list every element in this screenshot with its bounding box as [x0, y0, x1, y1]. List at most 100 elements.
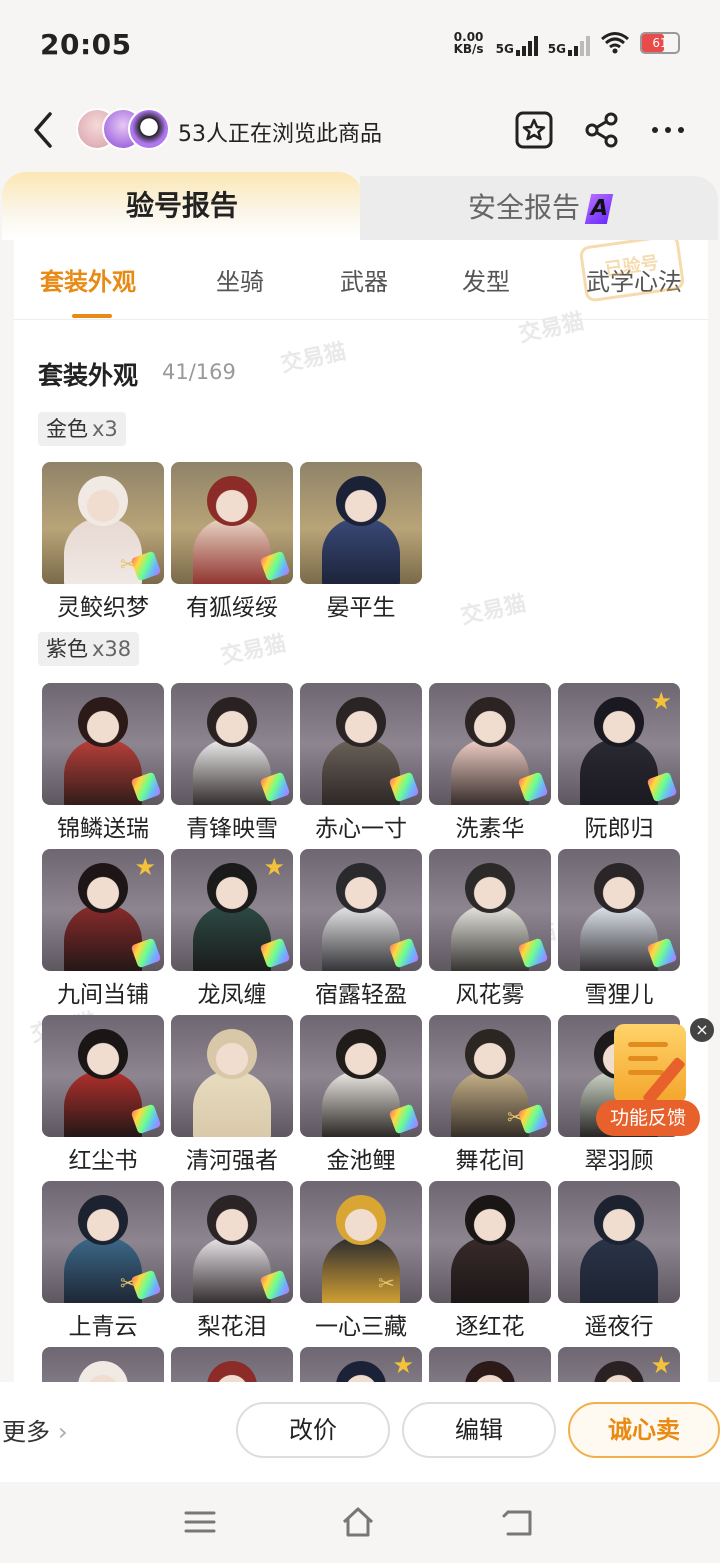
outfit-card[interactable]: ★ 阮郎归 [558, 683, 680, 843]
character-head [336, 1029, 386, 1079]
outfit-thumbnail [171, 1347, 293, 1382]
outfit-thumbnail [171, 462, 293, 584]
outfit-card[interactable]: ★ [300, 1347, 422, 1382]
outfit-card[interactable]: 锦鳞送瑞 [42, 683, 164, 843]
character-head [465, 1195, 515, 1245]
character-head [78, 1029, 128, 1079]
outfit-thumbnail: ✂ [429, 1015, 551, 1137]
outfit-card[interactable]: 金池鲤 [300, 1015, 422, 1175]
character-head [207, 863, 257, 913]
outfit-thumbnail [42, 683, 164, 805]
scissors-icon: ✂ [378, 1271, 395, 1295]
outfit-card[interactable]: 雪狸儿 [558, 849, 680, 1009]
outfit-card[interactable]: 晏平生 [300, 462, 422, 622]
outfit-card[interactable]: ✂ 上青云 [42, 1181, 164, 1341]
outfit-thumbnail [558, 849, 680, 971]
character-head [594, 697, 644, 747]
outfit-card[interactable]: 有狐绥绥 [171, 462, 293, 622]
outfit-thumbnail [171, 1015, 293, 1137]
avatar [128, 108, 170, 150]
wifi-icon [601, 32, 629, 54]
feedback-widget[interactable]: 功能反馈 [596, 1024, 700, 1140]
outfit-card[interactable] [42, 1347, 164, 1382]
character-head [465, 1029, 515, 1079]
outfit-card[interactable]: 清河强者 [171, 1015, 293, 1175]
security-badge-icon: A [584, 194, 614, 224]
outfit-card[interactable]: ★ [558, 1347, 680, 1382]
close-icon[interactable]: × [690, 1018, 714, 1042]
character-outfit [193, 1237, 271, 1303]
section-title: 套装外观 [38, 361, 139, 390]
back-nav-icon[interactable] [500, 1504, 536, 1540]
tab-outfit[interactable]: 套装外观 [40, 262, 136, 297]
character-head [336, 863, 386, 913]
character-head [207, 1361, 257, 1382]
outfit-thumbnail [429, 1181, 551, 1303]
outfit-thumbnail [429, 1347, 551, 1382]
character-outfit [322, 905, 400, 971]
outfit-name: 舞花间 [455, 1148, 525, 1174]
outfit-name: 九间当铺 [57, 982, 149, 1008]
outfit-card[interactable]: 赤心一寸 [300, 683, 422, 843]
tab-weapon[interactable]: 武器 [340, 262, 388, 297]
feedback-label: 功能反馈 [596, 1100, 700, 1136]
reprice-button[interactable]: 改价 [236, 1402, 390, 1458]
outfit-card[interactable]: 逐红花 [429, 1181, 551, 1341]
outfit-thumbnail: ★ [558, 1347, 680, 1382]
outfit-card[interactable]: 风花雾 [429, 849, 551, 1009]
outfit-card[interactable]: 遥夜行 [558, 1181, 680, 1341]
outfit-card[interactable]: 红尘书 [42, 1015, 164, 1175]
character-outfit [580, 905, 658, 971]
outfit-card[interactable]: 洗素华 [429, 683, 551, 843]
character-head [207, 1195, 257, 1245]
outfit-card[interactable]: 宿露轻盈 [300, 849, 422, 1009]
tab-security-report[interactable]: 安全报告 A [360, 176, 718, 240]
menu-icon[interactable] [182, 1504, 218, 1540]
star-icon: ★ [650, 1351, 672, 1379]
outfit-name: 风花雾 [455, 982, 525, 1008]
character-head [336, 697, 386, 747]
character-outfit [193, 905, 271, 971]
outfit-card[interactable] [429, 1347, 551, 1382]
more-dots-icon[interactable] [648, 110, 688, 150]
tab-hairstyle[interactable]: 发型 [462, 262, 510, 297]
tab-yanhao-report[interactable]: 验号报告 [2, 172, 362, 240]
outfit-card[interactable]: 梨花泪 [171, 1181, 293, 1341]
outfit-card[interactable]: ✂ 一心三藏 [300, 1181, 422, 1341]
character-outfit [64, 905, 142, 971]
home-icon[interactable] [340, 1504, 376, 1540]
outfit-card[interactable] [171, 1347, 293, 1382]
character-outfit [451, 905, 529, 971]
outfit-card[interactable]: ★ 龙凤缠 [171, 849, 293, 1009]
outfit-thumbnail [300, 462, 422, 584]
sincere-sell-button[interactable]: 诚心卖 [568, 1402, 720, 1458]
character-head [594, 863, 644, 913]
character-outfit [193, 1071, 271, 1137]
viewer-avatars [76, 108, 172, 152]
more-button[interactable]: 更多 › [2, 1412, 68, 1447]
outfit-card[interactable]: ✂ 灵鲛织梦 [42, 462, 164, 622]
outfit-thumbnail [300, 849, 422, 971]
tab-mount[interactable]: 坐骑 [216, 262, 264, 297]
character-head [465, 863, 515, 913]
chevron-right-icon: › [58, 1418, 68, 1446]
outfit-thumbnail: ★ [558, 683, 680, 805]
share-icon[interactable] [582, 110, 622, 150]
character-outfit [322, 739, 400, 805]
character-head [78, 863, 128, 913]
chevron-left-icon[interactable] [28, 110, 58, 150]
outfit-card[interactable]: ★ 九间当铺 [42, 849, 164, 1009]
star-bookmark-icon[interactable] [514, 110, 554, 150]
outfit-thumbnail: ✂ [300, 1181, 422, 1303]
page-title: 53人正在浏览此商品 [178, 122, 382, 147]
outfit-card[interactable]: 青锋映雪 [171, 683, 293, 843]
watermark: 交易猫 [218, 631, 289, 670]
edit-button[interactable]: 编辑 [402, 1402, 556, 1458]
character-outfit [322, 518, 400, 584]
outfit-card[interactable]: ✂ 舞花间 [429, 1015, 551, 1175]
character-head [465, 1361, 515, 1382]
net-speed: 0.00 KB/s [453, 30, 484, 56]
outfit-name: 红尘书 [68, 1148, 138, 1174]
signal-bars-icon [515, 36, 538, 56]
outfit-name: 清河强者 [186, 1148, 278, 1174]
